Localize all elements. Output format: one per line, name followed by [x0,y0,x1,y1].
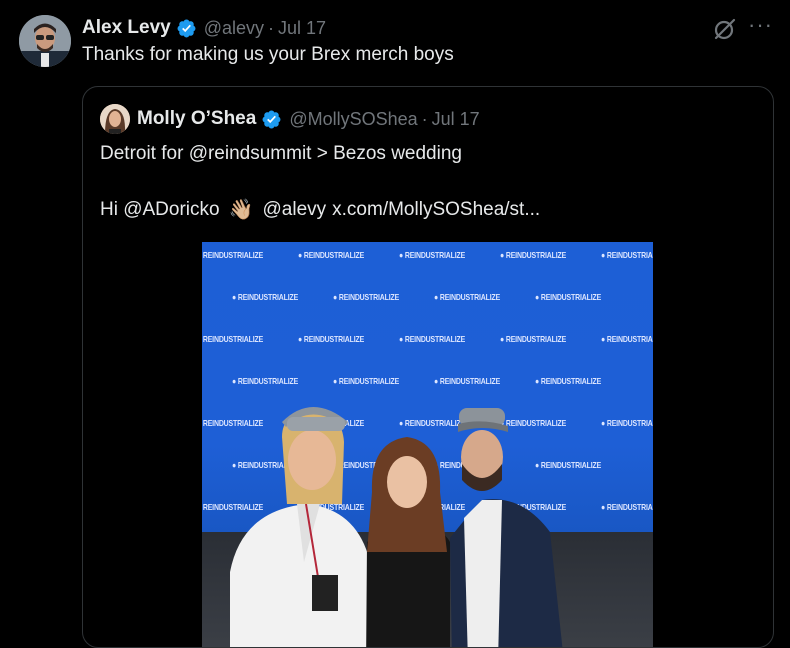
quoted-author-avatar[interactable] [100,104,130,134]
author-handle[interactable]: @alevy [204,18,264,39]
tweet-photo[interactable]: ● REINDUSTRIALIZE ● REINDUSTRIALIZE ● REIN… [202,242,653,647]
wave-emoji: 👋🏼 [228,199,254,221]
quoted-date[interactable]: Jul 17 [432,109,480,130]
verified-badge-icon [261,109,282,130]
link-text[interactable]: x.com/MollySOShea/st... [332,199,540,221]
separator: · [268,17,275,38]
quoted-author-name[interactable]: Molly O’Shea [137,108,256,130]
quoted-header: Molly O’Shea @MollySOShea · Jul 17 [137,105,480,133]
separator: · [421,108,428,129]
author-avatar[interactable] [19,15,71,67]
tweet-date[interactable]: Jul 17 [278,18,326,39]
people-illustration [230,407,563,647]
mention-alevy[interactable]: @alevy [263,199,327,221]
grok-icon[interactable] [712,16,738,42]
tweet-text: Thanks for making us your Brex merch boy… [82,44,454,65]
author-name[interactable]: Alex Levy [82,17,171,39]
quoted-text-line1: Detroit for @reindsummit > Bezos wedding [100,143,462,164]
tweet[interactable]: Alex Levy @alevy · Jul 17 ··· Thanks for… [0,0,790,648]
quoted-tweet[interactable]: Molly O’Shea @MollySOShea · Jul 17 Detro… [82,86,774,648]
tweet-header: Alex Levy @alevy · Jul 17 [82,14,326,42]
mention-text: Hi @ADoricko [100,198,220,220]
verified-badge-icon [176,18,197,39]
more-icon[interactable]: ··· [748,12,773,38]
quoted-text-line2: Hi @ADoricko 👋🏼 @alevy x.com/MollySOShea… [100,197,540,222]
quoted-author-handle[interactable]: @MollySOShea [289,109,417,130]
